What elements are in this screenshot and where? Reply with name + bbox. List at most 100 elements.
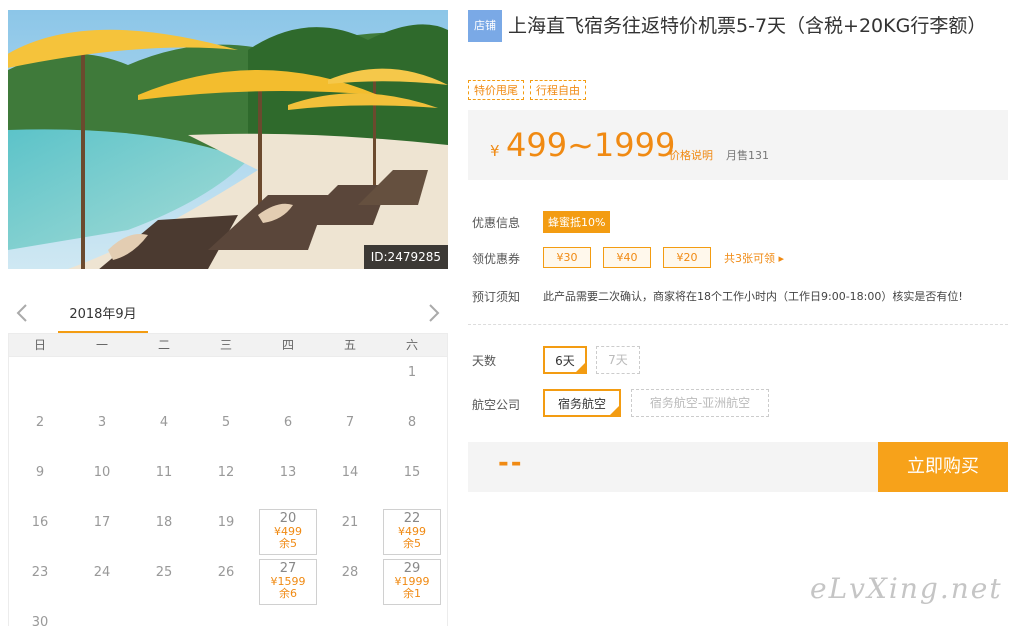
- total-price: --: [498, 448, 524, 478]
- date-calendar: 2018年9月 日 一 二 三 四 五 六 1 2 3 4 5 6 7 8 9 10 11 12 13 1…: [8, 295, 448, 626]
- option-cebu-pacific[interactable]: 宿务航空: [543, 389, 621, 417]
- calendar-day: 18: [133, 507, 195, 557]
- calendar-day: 13: [257, 457, 319, 507]
- weekday-label: 日: [33, 338, 46, 352]
- calendar-day: 15: [381, 457, 443, 507]
- calendar-month-label: 2018年9月: [58, 303, 148, 333]
- calendar-day: 8: [381, 407, 443, 457]
- price-range: 499~1999: [506, 126, 676, 164]
- product-tag: 行程自由: [530, 80, 586, 100]
- calendar-day: 14: [319, 457, 381, 507]
- calendar-day-number: 19: [217, 515, 235, 530]
- coupon-30[interactable]: ¥30: [543, 247, 591, 268]
- calendar-empty-cell: [195, 357, 257, 407]
- price-panel: ¥ 499~1999 价格说明 月售131: [468, 110, 1008, 180]
- calendar-day-number: 25: [155, 565, 173, 580]
- option-6-days[interactable]: 6天: [543, 346, 587, 374]
- calendar-day-number: 10: [93, 465, 111, 480]
- calendar-day: 21: [319, 507, 381, 557]
- calendar-empty-cell: [257, 357, 319, 407]
- weekday-label: 一: [95, 338, 108, 352]
- calendar-day: 30: [9, 607, 71, 626]
- coupon-label: 领优惠券: [472, 252, 521, 266]
- weekday-label: 五: [343, 338, 356, 352]
- calendar-empty-cell: [9, 357, 71, 407]
- calendar-day-remaining: 余6: [279, 587, 297, 600]
- booking-notice: 此产品需要二次确认，商家将在18个工作小时内（工作日9:00-18:00）核实是…: [543, 290, 963, 303]
- beach-image: [8, 10, 448, 269]
- calendar-day-number: 17: [93, 515, 111, 530]
- calendar-day-available[interactable]: 20 ¥499 余5: [257, 507, 319, 557]
- price-explanation-link[interactable]: 价格说明: [669, 147, 713, 163]
- shop-tag: 店铺: [468, 10, 502, 42]
- product-photo: ID:2479285: [8, 10, 448, 269]
- weekday-label: 六: [405, 338, 418, 352]
- calendar-day-number: 28: [341, 565, 359, 580]
- calendar-day: 17: [71, 507, 133, 557]
- calendar-day: 2: [9, 407, 71, 457]
- product-title-row: 店铺 上海直飞宿务往返特价机票5-7天（含税+20KG行李额）: [468, 10, 1008, 42]
- watermark: eLvXing.net: [810, 572, 1003, 605]
- product-tag: 特价甩尾: [468, 80, 524, 100]
- calendar-day: 6: [257, 407, 319, 457]
- calendar-day-number: 8: [407, 415, 417, 430]
- prev-month-button[interactable]: [12, 301, 32, 325]
- calendar-day-number: 12: [217, 465, 235, 480]
- calendar-header: 2018年9月: [8, 295, 448, 333]
- calendar-day-number: 5: [221, 415, 231, 430]
- calendar-day: 11: [133, 457, 195, 507]
- chevron-left-icon: [16, 304, 27, 322]
- calendar-day-remaining: 余1: [403, 587, 421, 600]
- weekday-label: 二: [157, 338, 170, 352]
- calendar-day-number: 23: [31, 565, 49, 580]
- coupon-20[interactable]: ¥20: [663, 247, 711, 268]
- calendar-day-available[interactable]: 27 ¥1599 余6: [257, 557, 319, 607]
- calendar-day: 1: [381, 357, 443, 407]
- weekday-label: 四: [281, 338, 294, 352]
- weekday-header: 日 一 二 三 四 五 六: [8, 333, 448, 357]
- calendar-day: 10: [71, 457, 133, 507]
- calendar-day: 25: [133, 557, 195, 607]
- weekday-label: 三: [219, 338, 232, 352]
- calendar-day-number: 21: [341, 515, 359, 530]
- calendar-day-number: 13: [279, 465, 297, 480]
- coupons-more-link[interactable]: 共3张可领 ▸: [724, 250, 784, 266]
- buy-now-button[interactable]: 立即购买: [878, 442, 1008, 492]
- calendar-day: 24: [71, 557, 133, 607]
- calendar-day: 12: [195, 457, 257, 507]
- calendar-day-number: 11: [155, 465, 173, 480]
- currency-symbol: ¥: [490, 142, 500, 160]
- calendar-day-number: 2: [35, 415, 45, 430]
- product-tags: 特价甩尾 行程自由: [468, 80, 586, 100]
- calendar-day: 19: [195, 507, 257, 557]
- calendar-grid: 1 2 3 4 5 6 7 8 9 10 11 12 13 14 15 16 17 18 19 20 ¥499 余5 21 2…: [8, 357, 448, 626]
- calendar-day-number: 24: [93, 565, 111, 580]
- calendar-day: 3: [71, 407, 133, 457]
- calendar-day: 4: [133, 407, 195, 457]
- calendar-day-number: 16: [31, 515, 49, 530]
- calendar-empty-cell: [133, 357, 195, 407]
- discount-badge: 蜂蜜抵10%: [543, 211, 611, 233]
- calendar-day-number: 9: [35, 465, 45, 480]
- calendar-day-available[interactable]: 22 ¥499 余5: [381, 507, 443, 557]
- calendar-empty-cell: [319, 357, 381, 407]
- calendar-day-number: 3: [97, 415, 107, 430]
- calendar-day: 16: [9, 507, 71, 557]
- option-cebu-airasia[interactable]: 宿务航空-亚洲航空: [631, 389, 769, 417]
- option-7-days[interactable]: 7天: [596, 346, 640, 374]
- coupon-40[interactable]: ¥40: [603, 247, 651, 268]
- calendar-day: 28: [319, 557, 381, 607]
- calendar-day-remaining: 余5: [403, 537, 421, 550]
- calendar-day: 23: [9, 557, 71, 607]
- product-title: 店铺 上海直飞宿务往返特价机票5-7天（含税+20KG行李额）: [468, 10, 1008, 42]
- discount-label: 优惠信息: [472, 216, 521, 230]
- calendar-day-number: 30: [31, 615, 49, 626]
- calendar-day-available[interactable]: 29 ¥1999 余1: [381, 557, 443, 607]
- calendar-day-number: 1: [407, 365, 417, 380]
- calendar-day-number: 15: [403, 465, 421, 480]
- next-month-button[interactable]: [424, 301, 444, 325]
- airline-label: 航空公司: [472, 398, 521, 412]
- calendar-day-number: 7: [345, 415, 355, 430]
- calendar-empty-cell: [71, 357, 133, 407]
- product-title-text: 上海直飞宿务往返特价机票5-7天（含税+20KG行李额）: [508, 15, 987, 37]
